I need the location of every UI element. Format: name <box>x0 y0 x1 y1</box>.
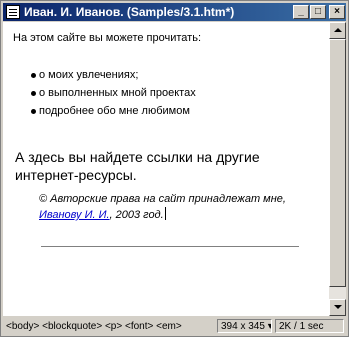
close-button[interactable]: × <box>329 5 345 19</box>
intro-text: На этом сайте вы можете прочитать: <box>13 32 201 44</box>
scroll-up-arrow-icon[interactable] <box>329 22 346 39</box>
document-icon <box>6 5 20 19</box>
scroll-down-arrow-icon[interactable] <box>329 299 346 316</box>
maximize-button[interactable]: □ <box>310 5 326 19</box>
author-link[interactable]: Иванову И. И. <box>39 209 110 221</box>
tag-selector[interactable]: <body> <blockquote> <p> <font> <em> <box>3 319 218 334</box>
horizontal-rule <box>41 246 299 248</box>
title-bar[interactable]: Иван. И. Иванов. (Samples/3.1.htm*) _ □ … <box>3 3 346 21</box>
text-cursor <box>164 207 166 220</box>
scrollbar-thumb[interactable] <box>329 39 346 287</box>
list-item: подробнее обо мне любимом <box>31 102 196 120</box>
document-window: Иван. И. Иванов. (Samples/3.1.htm*) _ □ … <box>0 0 349 337</box>
links-paragraph: А здесь вы найдете ссылки на другие инте… <box>15 149 260 183</box>
copyright-blockquote: © Авторские права на сайт принадлежат мн… <box>39 192 299 223</box>
minimize-button[interactable]: _ <box>293 5 309 19</box>
window-size-menu[interactable]: 394 x 345 ▾ <box>217 319 272 333</box>
status-bar: <body> <blockquote> <p> <font> <em> 394 … <box>3 318 346 335</box>
vertical-scrollbar[interactable] <box>329 22 346 316</box>
list-item: о моих увлечениях; <box>31 66 196 84</box>
list-item: о выполненных мной проектах <box>31 84 196 102</box>
copyright-prefix: © Авторские права на сайт принадлежат мн… <box>39 193 286 205</box>
bullet-list: о моих увлечениях; о выполненных мной пр… <box>31 66 196 120</box>
copyright-suffix: , 2003 год. <box>109 209 164 221</box>
window-title: Иван. И. Иванов. (Samples/3.1.htm*) <box>24 5 235 19</box>
page-content[interactable]: На этом сайте вы можете прочитать: о мои… <box>3 22 329 316</box>
download-stats: 2K / 1 sec <box>275 319 344 333</box>
